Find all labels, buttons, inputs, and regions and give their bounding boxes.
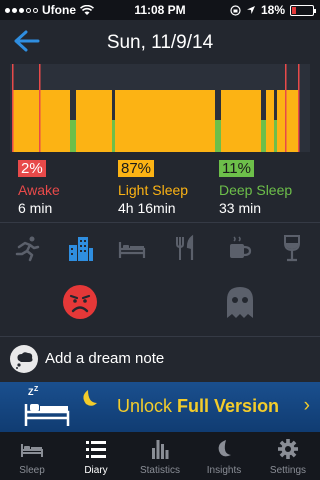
ghost-icon[interactable] (222, 284, 258, 320)
chart-bar-light (12, 90, 70, 152)
bed-icon[interactable] (118, 234, 146, 262)
chart-bar-light (221, 90, 261, 152)
tab-settings[interactable]: Settings (256, 432, 320, 480)
bed-icon (21, 444, 43, 457)
battery-icon (290, 4, 316, 16)
page-title: Sun, 11/9/14 (106, 32, 214, 53)
unlock-text: Unlock Full Version (117, 396, 279, 417)
stat-percent: 2% (18, 160, 46, 177)
tab-label: Settings (269, 465, 307, 476)
stat-duration: 6 min (18, 200, 53, 216)
chart-bar-light (115, 90, 215, 152)
stat-light-sleep: 87% Light Sleep 4h 16min (118, 160, 218, 216)
coffee-icon[interactable] (226, 234, 254, 262)
tab-bar: Sleep Diary Statistics Insights Settings (0, 432, 320, 480)
tab-label: Insights (206, 465, 242, 476)
chart-bar-light (277, 90, 299, 152)
running-icon[interactable] (13, 234, 41, 262)
tab-label: Statistics (139, 465, 180, 476)
stat-percent: 11% (219, 160, 254, 177)
chevron-right-icon: › (303, 395, 310, 416)
chart-bar-awake (298, 64, 300, 152)
status-right: 18% (230, 3, 316, 17)
unlock-banner[interactable]: Z Z Unlock Full Version › (0, 382, 320, 432)
tab-label: Diary (84, 465, 108, 476)
banner-bed-illustration: Z Z (24, 386, 97, 426)
header: Sun, 11/9/14 (0, 20, 320, 64)
add-dream-note-button[interactable]: Add a dream note (0, 340, 320, 380)
divider (0, 336, 320, 337)
activity-icons (0, 234, 320, 264)
sad-face-icon[interactable] (62, 284, 98, 320)
battery-percent: 18% (260, 3, 285, 17)
wine-icon[interactable] (278, 234, 306, 262)
stat-duration: 33 min (219, 200, 262, 216)
chart-bar-awake (285, 64, 287, 152)
dream-note-label: Add a dream note (45, 350, 165, 367)
sleep-chart (10, 64, 310, 152)
chart-bar-deep (274, 120, 277, 152)
chart-bar-deep (261, 120, 266, 152)
chart-bar-light (76, 90, 112, 152)
location-icon (246, 6, 255, 14)
status-bar: Ufone 11:08 PM 18% (0, 0, 320, 20)
rotation-lock-icon (230, 4, 241, 16)
chart-bar-deep (70, 120, 76, 152)
stat-label: Deep Sleep (219, 182, 293, 198)
sleep-chart-svg (12, 64, 300, 152)
chart-bar-deep (215, 120, 221, 152)
meal-icon[interactable] (172, 234, 200, 262)
stat-deep-sleep: 11% Deep Sleep 33 min (219, 160, 319, 216)
divider (0, 222, 320, 223)
stat-label: Awake (18, 182, 60, 198)
tab-label: Sleep (19, 465, 45, 476)
city-icon[interactable] (66, 234, 94, 262)
bar-chart-icon (152, 440, 169, 459)
list-icon (86, 441, 106, 458)
stat-duration: 4h 16min (118, 200, 176, 216)
chart-bar-light (266, 90, 274, 152)
stat-percent: 87% (118, 160, 155, 177)
tab-insights[interactable]: Insights (192, 432, 256, 480)
moon-icon (218, 440, 231, 457)
gear-icon (278, 439, 298, 459)
tab-statistics[interactable]: Statistics (128, 432, 192, 480)
tab-diary[interactable]: Diary (64, 432, 128, 480)
chart-bar-awake (39, 64, 41, 152)
unlock-text-normal: Unlock (117, 396, 178, 416)
chart-bar-awake (12, 64, 14, 152)
stat-awake: 2% Awake 6 min (18, 160, 118, 216)
svg-text:Z: Z (34, 386, 39, 393)
dream-note-icon (10, 345, 38, 373)
unlock-text-bold: Full Version (177, 396, 280, 416)
stat-label: Light Sleep (118, 182, 189, 198)
tab-sleep[interactable]: Sleep (0, 432, 64, 480)
chart-bar-deep (112, 120, 115, 152)
